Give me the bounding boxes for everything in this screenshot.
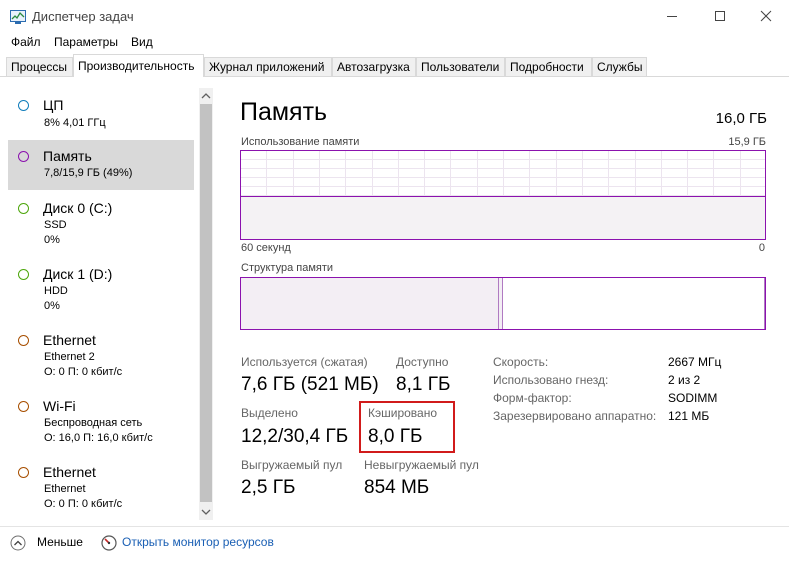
committed-value: 12,2/30,4 ГБ xyxy=(241,426,349,447)
sidebar-item-title: Диск 0 (C:) xyxy=(43,200,113,216)
open-resource-monitor-label: Открыть монитор ресурсов xyxy=(122,535,274,549)
network-indicator-icon xyxy=(18,335,29,346)
sidebar-item-cpu[interactable]: ЦП 8% 4,01 ГГц xyxy=(8,88,194,136)
sidebar-item-title: Ethernet xyxy=(43,332,96,348)
sidebar-item-memory[interactable]: Память 7,8/15,9 ГБ (49%) xyxy=(8,140,194,190)
committed-label: Выделено xyxy=(241,406,298,420)
memory-composition-bar[interactable] xyxy=(240,277,766,330)
tab-users[interactable]: Пользователи xyxy=(416,57,505,76)
in-use-label: Используется (сжатая) xyxy=(241,355,368,369)
hardware-reserved-label: Зарезервировано аппаратно: xyxy=(493,409,657,423)
sidebar-item-usage: 0% xyxy=(44,234,60,246)
memory-usage-graph xyxy=(240,150,766,240)
sidebar-item-title: Wi-Fi xyxy=(43,398,76,414)
usage-graph-label: Использование памяти xyxy=(241,136,360,148)
minimize-button[interactable] xyxy=(649,0,695,32)
sidebar-item-subtitle: SSD xyxy=(44,219,67,231)
sidebar-scroll-thumb[interactable] xyxy=(200,104,212,502)
sidebar-item-usage: 0% xyxy=(44,300,60,312)
scroll-up-arrow-icon[interactable] xyxy=(201,92,211,100)
composition-modified xyxy=(499,278,502,329)
close-button[interactable] xyxy=(743,0,789,32)
menu-file[interactable]: Файл xyxy=(11,35,41,49)
sidebar-item-wifi[interactable]: Wi-Fi Беспроводная сеть О: 16,0 П: 16,0 … xyxy=(8,390,194,452)
network-indicator-icon xyxy=(18,467,29,478)
sidebar-item-subtitle: Ethernet 2 xyxy=(44,351,95,363)
window-title: Диспетчер задач xyxy=(32,9,134,24)
cpu-indicator-icon xyxy=(18,100,29,111)
page-title: Память xyxy=(240,98,328,126)
sidebar-item-disk-0[interactable]: Диск 0 (C:) SSD 0% xyxy=(8,192,194,254)
sidebar-item-title: Диск 1 (D:) xyxy=(43,266,113,282)
slots-used-label: Использовано гнезд: xyxy=(493,373,609,387)
disk-indicator-icon xyxy=(18,269,29,280)
sidebar-item-subtitle: Ethernet xyxy=(44,483,86,495)
task-manager-icon xyxy=(10,10,26,24)
disk-indicator-icon xyxy=(18,203,29,214)
available-value: 8,1 ГБ xyxy=(396,374,451,395)
chevron-up-icon xyxy=(10,535,26,551)
sidebar-item-title: Память xyxy=(43,148,92,164)
speed-value: 2667 МГц xyxy=(668,355,722,369)
form-factor-value: SODIMM xyxy=(668,391,718,405)
sidebar-item-title: ЦП xyxy=(43,97,64,113)
tab-services[interactable]: Службы xyxy=(592,57,647,76)
usage-graph-x-right: 0 xyxy=(758,242,765,254)
sidebar-item-throughput: О: 0 П: 0 кбит/с xyxy=(44,366,123,378)
slots-used-value: 2 из 2 xyxy=(668,373,701,387)
composition-label: Структура памяти xyxy=(241,262,334,274)
maximize-button[interactable] xyxy=(697,0,743,32)
fewer-details-button[interactable]: Меньше xyxy=(10,534,90,552)
sidebar-item-throughput: О: 0 П: 0 кбит/с xyxy=(44,498,123,510)
open-resource-monitor-link[interactable]: Открыть монитор ресурсов xyxy=(101,534,281,552)
sidebar-item-subtitle: Беспроводная сеть xyxy=(44,417,143,429)
sidebar-item-ethernet-2[interactable]: Ethernet Ethernet 2 О: 0 П: 0 кбит/с xyxy=(8,324,194,386)
cached-highlight-box xyxy=(359,401,455,453)
sidebar-item-subtitle: 8% 4,01 ГГц xyxy=(44,117,106,129)
in-use-value: 7,6 ГБ (521 МБ) xyxy=(241,374,379,395)
paged-pool-label: Выгружаемый пул xyxy=(241,458,343,472)
usage-graph-x-left: 60 секунд xyxy=(241,242,291,254)
nonpaged-pool-value: 854 МБ xyxy=(364,477,430,498)
form-factor-label: Форм-фактор: xyxy=(493,391,572,405)
sidebar-item-ethernet[interactable]: Ethernet Ethernet О: 0 П: 0 кбит/с xyxy=(8,456,194,518)
composition-in-use xyxy=(241,278,498,329)
speed-label: Скорость: xyxy=(493,355,549,369)
hardware-reserved-value: 121 МБ xyxy=(668,409,710,423)
total-memory: 16,0 ГБ xyxy=(715,110,767,127)
sidebar-item-subtitle: HDD xyxy=(44,285,68,297)
usage-graph-max: 15,9 ГБ xyxy=(728,136,766,148)
footer-divider xyxy=(0,526,789,527)
title-bar[interactable]: Диспетчер задач xyxy=(0,0,789,34)
close-icon xyxy=(760,10,772,22)
tab-performance[interactable]: Производительность xyxy=(73,54,204,77)
minimize-icon xyxy=(667,16,677,17)
menu-view[interactable]: Вид xyxy=(131,35,153,49)
available-label: Доступно xyxy=(396,355,449,369)
sidebar-item-title: Ethernet xyxy=(43,464,96,480)
tab-app-history[interactable]: Журнал приложений xyxy=(204,57,332,76)
network-indicator-icon xyxy=(18,401,29,412)
sidebar-item-disk-1[interactable]: Диск 1 (D:) HDD 0% xyxy=(8,258,194,320)
sidebar-item-subtitle: 7,8/15,9 ГБ (49%) xyxy=(44,167,133,179)
nonpaged-pool-label: Невыгружаемый пул xyxy=(364,458,479,472)
scroll-down-arrow-icon[interactable] xyxy=(201,508,211,516)
resource-monitor-icon xyxy=(101,535,117,551)
fewer-details-label: Меньше xyxy=(37,535,83,549)
paged-pool-value: 2,5 ГБ xyxy=(241,477,296,498)
usage-graph-fill xyxy=(241,196,765,239)
tab-startup[interactable]: Автозагрузка xyxy=(332,57,416,76)
sidebar-item-throughput: О: 16,0 П: 16,0 кбит/с xyxy=(44,432,153,444)
tab-details[interactable]: Подробности xyxy=(505,57,592,76)
menu-options[interactable]: Параметры xyxy=(54,35,118,49)
tab-processes[interactable]: Процессы xyxy=(6,57,73,76)
maximize-icon xyxy=(715,11,725,21)
memory-indicator-icon xyxy=(18,151,29,162)
